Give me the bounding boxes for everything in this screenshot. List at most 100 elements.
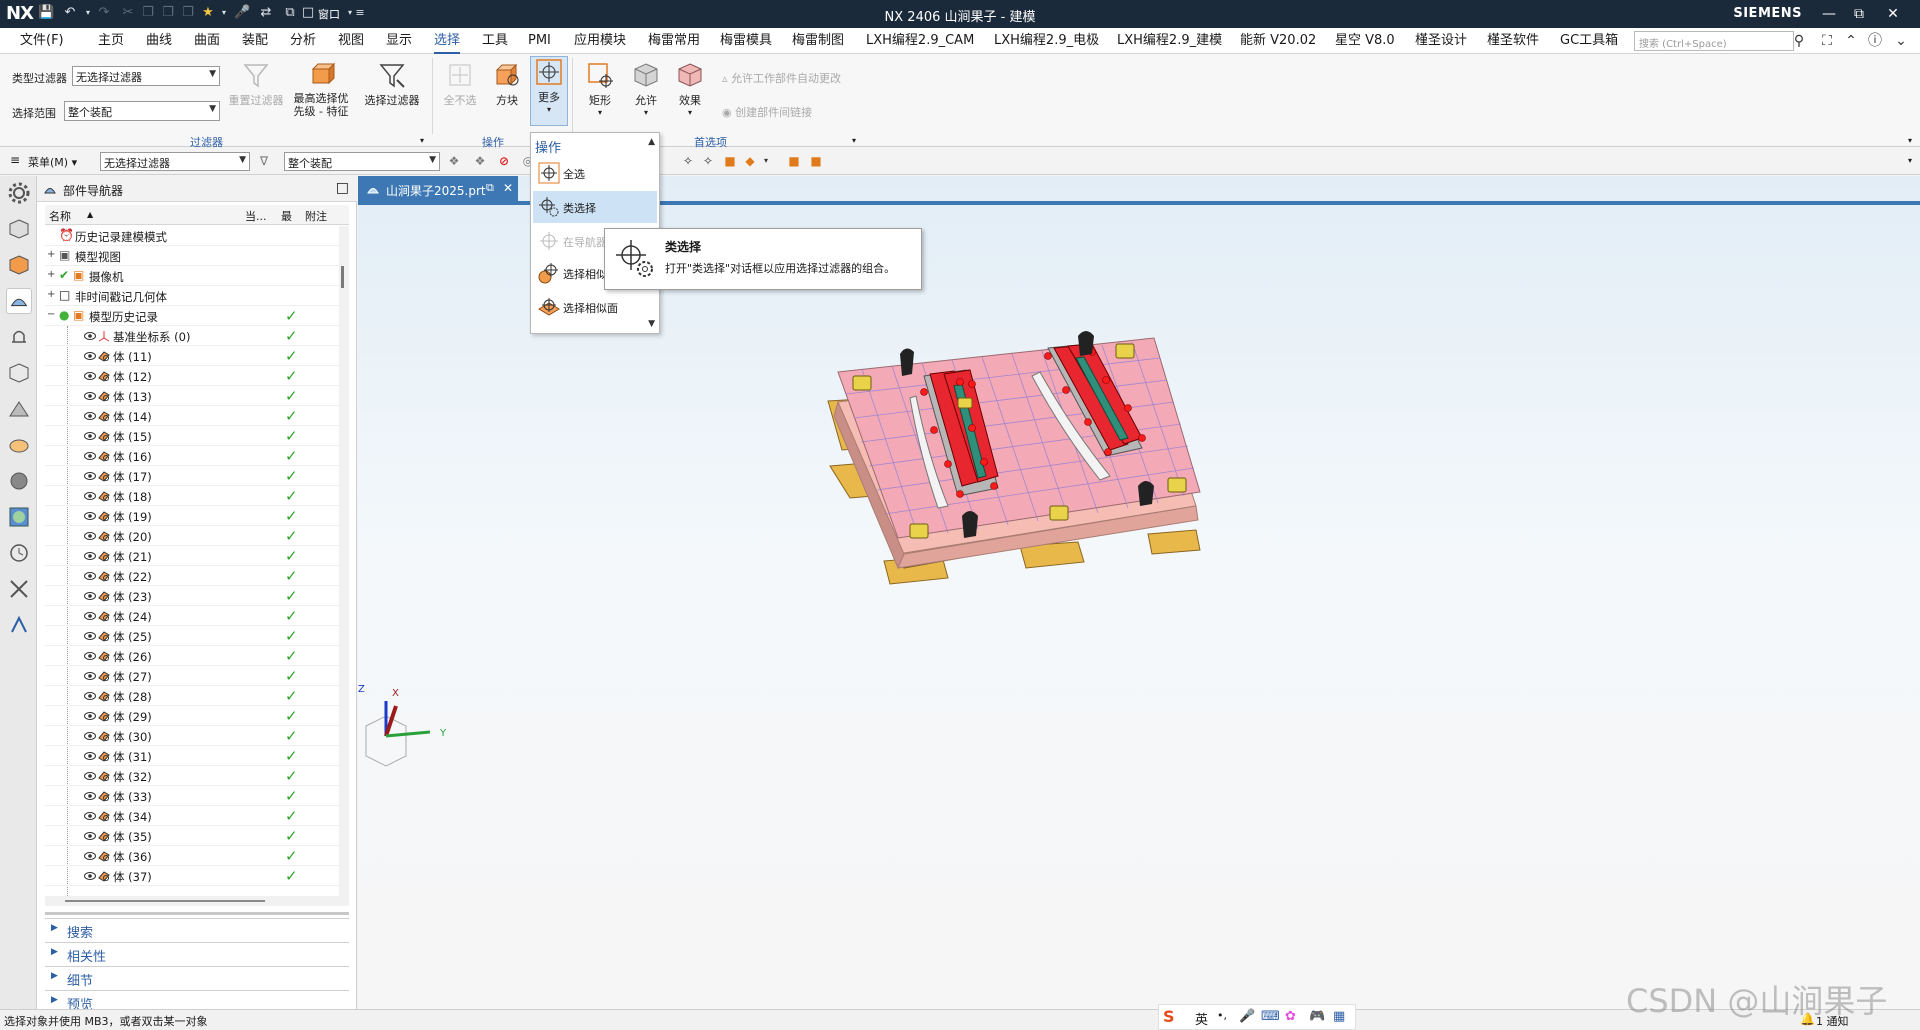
col-name[interactable]: 名称 — [49, 208, 71, 224]
game-icon[interactable]: 🎮 — [1309, 1009, 1325, 1024]
tree-row[interactable]: 体 (12) ✓ — [45, 366, 339, 386]
visibility-eye-icon[interactable] — [84, 790, 96, 800]
visibility-eye-icon[interactable] — [84, 530, 96, 540]
expand-icon[interactable]: + — [47, 289, 55, 300]
globe-icon[interactable] — [6, 504, 32, 530]
allow-button[interactable]: 允许 ▾ — [624, 60, 668, 117]
collapse-icon[interactable]: − — [47, 309, 55, 320]
close-icon[interactable]: ✕ — [1880, 4, 1906, 24]
col-current[interactable]: 当... — [245, 208, 267, 224]
visibility-eye-icon[interactable] — [84, 730, 96, 740]
box-button[interactable]: 方块 — [484, 60, 530, 108]
help-icon[interactable]: ⓘ — [1866, 32, 1884, 50]
col-notes[interactable]: 附注 — [305, 208, 327, 224]
tree-row[interactable]: 体 (30) ✓ — [45, 726, 339, 746]
select-filter-button[interactable]: 选择过滤器 — [362, 60, 422, 108]
menu-icon[interactable]: ≡ — [10, 153, 20, 167]
scroll-thumb[interactable] — [65, 900, 265, 902]
tab-jinsheng-design[interactable]: 槿圣设计 — [1415, 28, 1467, 54]
search-icon[interactable]: ⚲ — [1790, 32, 1808, 50]
hd3d-icon[interactable] — [6, 396, 32, 422]
voice-icon[interactable]: 🎤 — [1239, 1009, 1255, 1024]
toolbox-icon[interactable]: ▦ — [1333, 1009, 1345, 1024]
tree-row[interactable]: 体 (13) ✓ — [45, 386, 339, 406]
tree-row[interactable]: 基准坐标系 (0) ✓ — [45, 326, 339, 346]
tree-row[interactable]: ⏰ 历史记录建模模式 — [45, 226, 339, 246]
highest-priority-button[interactable]: 最高选择优先级 - 特征 — [290, 60, 352, 118]
visibility-eye-icon[interactable] — [84, 690, 96, 700]
menu-button[interactable]: 菜单(M) ▾ — [28, 154, 77, 170]
tree-row[interactable]: 体 (16) ✓ — [45, 446, 339, 466]
visibility-eye-icon[interactable] — [84, 410, 96, 420]
tab-curve[interactable]: 曲线 — [146, 28, 172, 54]
tree-row[interactable]: 体 (36) ✓ — [45, 846, 339, 866]
fullscreen-icon[interactable]: ⛶ — [1818, 32, 1836, 50]
cancel-selection-icon[interactable]: ⊘ — [496, 153, 512, 169]
effect-button[interactable]: 效果 ▾ — [668, 60, 712, 117]
chevron-down-icon[interactable]: ▾ — [852, 136, 856, 145]
tree-row[interactable]: 体 (28) ✓ — [45, 686, 339, 706]
chevron-down-icon[interactable]: ▾ — [1908, 136, 1912, 145]
tab-analysis[interactable]: 分析 — [290, 28, 316, 54]
web-browser-icon[interactable] — [6, 432, 32, 458]
tab-lxh-cam[interactable]: LXH编程2.9_CAM — [866, 28, 974, 54]
scroll-up-icon[interactable]: ▲ — [648, 137, 655, 147]
select-similar-faces-menu-item[interactable]: 选择相似面 — [533, 291, 657, 323]
col-latest[interactable]: 最 — [281, 208, 292, 224]
tab-meilei-drawing[interactable]: 梅雷制图 — [792, 28, 844, 54]
tab-pmi[interactable]: PMI — [528, 28, 551, 54]
tree-row[interactable]: 体 (26) ✓ — [45, 646, 339, 666]
navigator-tree[interactable]: ⏰ 历史记录建模模式 + ▣ 模型视图 + ✔ ▣ 摄像机 + □ 非时间戳记几何体 − ● ▣ 模型历史记录… — [45, 226, 339, 896]
visibility-eye-icon[interactable] — [84, 750, 96, 760]
allow-workpart-option[interactable]: ▵ 允许工作部件自动更改 — [722, 70, 841, 86]
visibility-eye-icon[interactable] — [84, 650, 96, 660]
visibility-eye-icon[interactable] — [84, 710, 96, 720]
visibility-eye-icon[interactable] — [84, 390, 96, 400]
restore-icon[interactable]: ⧉ — [1846, 4, 1872, 24]
scroll-down-icon[interactable]: ▼ — [648, 319, 655, 329]
visibility-eye-icon[interactable] — [84, 470, 96, 480]
pin-icon[interactable]: ⧉ — [486, 181, 494, 195]
scroll-thumb[interactable] — [341, 266, 344, 288]
history-palette-icon[interactable] — [6, 468, 32, 494]
assembly-navigator-icon[interactable] — [6, 216, 32, 242]
command-search-input[interactable]: 搜索 (Ctrl+Space) — [1634, 31, 1794, 51]
visibility-eye-icon[interactable] — [84, 430, 96, 440]
punctuation-icon[interactable]: •, — [1217, 1009, 1227, 1022]
chevron-down-icon[interactable]: ▾ — [420, 136, 424, 145]
general-select-icon[interactable]: ❖ — [446, 153, 462, 169]
skin-icon[interactable]: ✿ — [1285, 1009, 1296, 1024]
settings-icon[interactable] — [6, 180, 32, 206]
tab-meilei-mold[interactable]: 梅雷模具 — [720, 28, 772, 54]
visibility-eye-icon[interactable] — [84, 590, 96, 600]
class-selection-menu-item[interactable]: 类选择 — [533, 191, 657, 223]
scope-select[interactable]: 整个装配 ▼ — [64, 101, 220, 121]
minimize-icon[interactable]: — — [1816, 4, 1842, 24]
tab-xingkong[interactable]: 星空 V8.0 — [1335, 28, 1395, 54]
tree-row[interactable]: 体 (15) ✓ — [45, 426, 339, 446]
tree-row[interactable]: 体 (14) ✓ — [45, 406, 339, 426]
collapse-ribbon-icon[interactable]: ⌃ — [1842, 32, 1860, 50]
sort-asc-icon[interactable]: ▲ — [87, 210, 93, 219]
reset-filter-button[interactable]: 重置过滤器 — [228, 60, 284, 108]
tree-row[interactable]: 体 (17) ✓ — [45, 466, 339, 486]
visibility-eye-icon[interactable] — [84, 490, 96, 500]
expand-icon[interactable]: + — [47, 249, 55, 260]
visibility-eye-icon[interactable] — [84, 670, 96, 680]
select-all-menu-item[interactable]: 全选 — [533, 157, 657, 189]
snap-point-icon[interactable]: ✧ — [680, 153, 696, 169]
create-link-option[interactable]: ◉ 创建部件间链接 — [722, 104, 812, 120]
tree-row[interactable]: + ✔ ▣ 摄像机 — [45, 266, 339, 286]
navigator-horizontal-scrollbar[interactable] — [45, 896, 349, 906]
keyboard-icon[interactable]: ⌨ — [1261, 1009, 1280, 1024]
tab-view[interactable]: 视图 — [338, 28, 364, 54]
part-navigator-icon[interactable] — [6, 288, 32, 314]
help-dropdown-icon[interactable]: ⌄ — [1892, 32, 1910, 50]
tab-applications[interactable]: 应用模块 — [574, 28, 626, 54]
selbar-scope-select[interactable]: 整个装配 ▼ — [284, 152, 440, 171]
snap-end-icon[interactable]: ✧ — [700, 153, 716, 169]
tree-row[interactable]: 体 (35) ✓ — [45, 826, 339, 846]
chevron-down-icon[interactable]: ▾ — [1908, 156, 1912, 165]
tree-row[interactable]: 体 (29) ✓ — [45, 706, 339, 726]
funnel-icon[interactable]: ∇ — [256, 153, 272, 169]
